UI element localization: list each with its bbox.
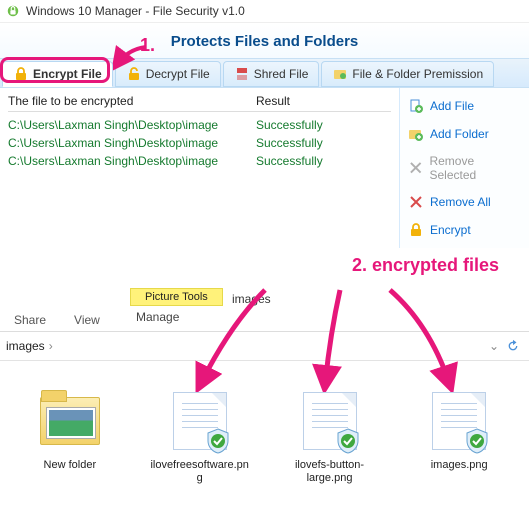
tab-file-folder-permission[interactable]: File & Folder Premission [321, 61, 494, 87]
window-title: Windows 10 Manager - File Security v1.0 [26, 4, 245, 18]
lock-closed-icon [13, 66, 29, 82]
ribbon-tab-share[interactable]: Share [0, 307, 60, 331]
explorer-ribbon: Share View Picture Tools Manage images [0, 288, 529, 332]
side-label: Remove Selected [429, 154, 521, 182]
col-header-file: The file to be encrypted [8, 94, 256, 108]
tab-encrypt-file[interactable]: Encrypt File [2, 61, 113, 87]
file-label: ilovefs-button-large.png [280, 459, 380, 485]
ribbon-context-label: Picture Tools [130, 288, 223, 306]
refresh-icon [506, 339, 520, 353]
tab-label: Decrypt File [146, 67, 210, 81]
add-folder-icon [408, 126, 424, 142]
add-file-button[interactable]: Add File [404, 92, 525, 120]
ribbon-tab-view[interactable]: View [60, 307, 114, 331]
lock-open-icon [126, 66, 142, 82]
remove-all-button[interactable]: Remove All [404, 188, 525, 216]
files-pane: 2. encrypted files New folder ilovefrees… [0, 361, 529, 505]
file-label: images.png [431, 459, 488, 472]
tab-decrypt-file[interactable]: Decrypt File [115, 61, 221, 87]
folder-item[interactable]: New folder [20, 391, 120, 485]
content-area: The file to be encrypted Result C:\Users… [0, 88, 529, 248]
header-slogan: Protects Files and Folders [0, 23, 529, 58]
encrypted-file-item[interactable]: images.png [409, 391, 509, 485]
breadcrumb-folder[interactable]: images › [6, 339, 53, 353]
remove-selected-icon [408, 160, 423, 176]
refresh-button[interactable] [503, 336, 523, 356]
add-file-icon [408, 98, 424, 114]
explorer-window-title: images [232, 292, 271, 306]
cell-result: Successfully [256, 154, 391, 168]
tab-shred-file[interactable]: Shred File [223, 61, 320, 87]
list-header: The file to be encrypted Result [8, 94, 391, 112]
col-header-result: Result [256, 94, 391, 108]
cell-file: C:\Users\Laxman Singh\Desktop\image [8, 136, 256, 150]
encrypted-file-item[interactable]: ilovefreesoftware.png [150, 391, 250, 485]
divider [0, 248, 529, 288]
lock-icon [408, 222, 424, 238]
list-item[interactable]: C:\Users\Laxman Singh\Desktop\image Succ… [8, 116, 391, 134]
list-item[interactable]: C:\Users\Laxman Singh\Desktop\image Succ… [8, 134, 391, 152]
breadcrumb[interactable]: images › ⌄ [0, 332, 529, 361]
cell-result: Successfully [256, 118, 391, 132]
list-item[interactable]: C:\Users\Laxman Singh\Desktop\image Succ… [8, 152, 391, 170]
remove-all-icon [408, 194, 424, 210]
side-label: Remove All [430, 195, 491, 209]
encrypt-file-list: The file to be encrypted Result C:\Users… [0, 88, 399, 248]
app-icon [6, 4, 20, 18]
folder-icon [35, 391, 105, 451]
cell-file: C:\Users\Laxman Singh\Desktop\image [8, 154, 256, 168]
side-panel: Add File Add Folder Remove Selected Remo… [399, 88, 529, 248]
shred-icon [234, 66, 250, 82]
ribbon-tab-manage[interactable]: Manage [136, 310, 179, 324]
side-label: Encrypt [430, 223, 471, 237]
permission-icon [332, 66, 348, 82]
encrypt-button[interactable]: Encrypt [404, 216, 525, 244]
remove-selected-button: Remove Selected [404, 148, 525, 188]
side-label: Add Folder [430, 127, 489, 141]
encrypted-file-icon [424, 391, 494, 451]
tab-label: Shred File [254, 67, 309, 81]
side-label: Add File [430, 99, 474, 113]
file-label: New folder [44, 459, 97, 472]
file-label: ilovefreesoftware.png [150, 459, 250, 485]
cell-file: C:\Users\Laxman Singh\Desktop\image [8, 118, 256, 132]
tab-label: File & Folder Premission [352, 67, 483, 81]
dropdown-icon[interactable]: ⌄ [489, 339, 499, 353]
tab-label: Encrypt File [33, 67, 102, 81]
encrypted-file-icon [295, 391, 365, 451]
title-bar: Windows 10 Manager - File Security v1.0 [0, 0, 529, 23]
cell-result: Successfully [256, 136, 391, 150]
tab-strip: 1. Encrypt File Decrypt File Shred File … [0, 58, 529, 88]
encrypted-file-icon [165, 391, 235, 451]
chevron-right-icon: › [49, 339, 53, 353]
encrypted-file-item[interactable]: ilovefs-button-large.png [280, 391, 380, 485]
add-folder-button[interactable]: Add Folder [404, 120, 525, 148]
breadcrumb-label: images [6, 339, 45, 353]
